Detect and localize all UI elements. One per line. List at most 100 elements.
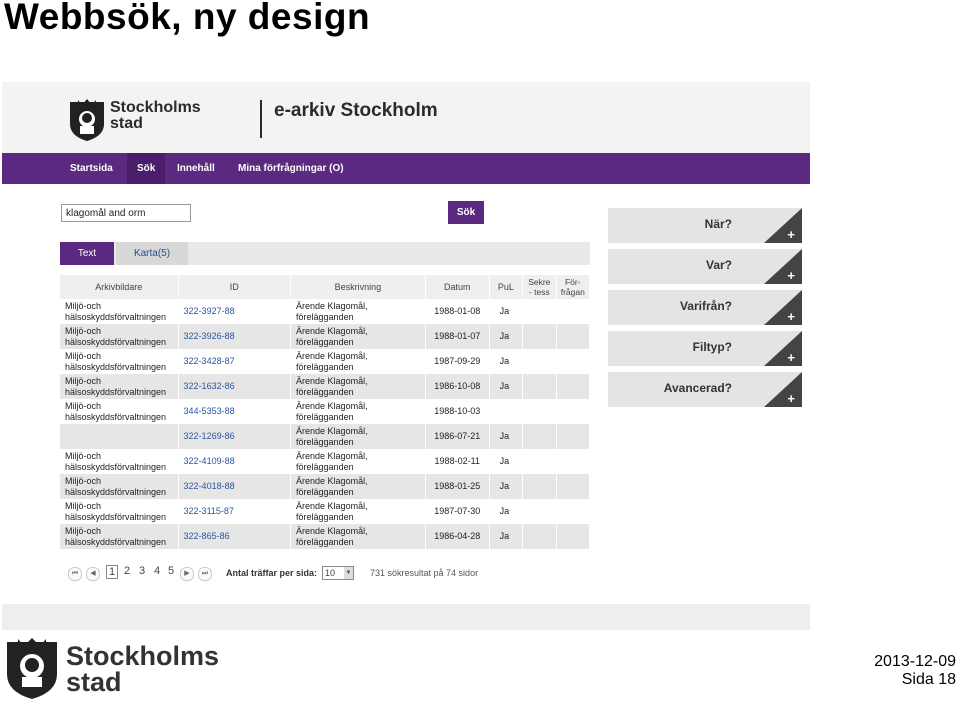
facet-corner xyxy=(764,290,802,325)
chevron-down-icon: ▼ xyxy=(344,567,353,579)
table-row[interactable]: Miljö-och hälsoskyddsförvaltningen 322-86… xyxy=(60,524,591,549)
table-row[interactable]: Miljö-och hälsoskyddsförvaltningen 322-39… xyxy=(60,299,591,324)
tab-text[interactable]: Text xyxy=(60,242,114,265)
cell-datum: 1986-04-28 xyxy=(425,524,490,549)
cell-datum: 1987-07-30 xyxy=(425,499,490,524)
facet-filtyp[interactable]: Filtyp? + xyxy=(608,331,802,366)
cell-pul: Ja xyxy=(489,299,524,324)
col-pul[interactable]: PuL xyxy=(489,275,524,299)
facet-label: Avancerad? xyxy=(663,381,732,395)
record-id-link[interactable]: 322-4018-88 xyxy=(184,481,235,491)
header-divider xyxy=(260,100,262,138)
table-row[interactable]: Miljö-och hälsoskyddsförvaltningen 322-31… xyxy=(60,499,591,524)
footer-logo-text: Stockholms stad xyxy=(66,641,220,697)
next-page-icon[interactable]: ▶ xyxy=(180,567,194,581)
table-row[interactable]: 322-1269-86 Ärende Klagomål, föreläggande… xyxy=(60,424,591,449)
col-datum[interactable]: Datum xyxy=(425,275,490,299)
facet-varifran[interactable]: Varifrån? + xyxy=(608,290,802,325)
table-row[interactable]: Miljö-och hälsoskyddsförvaltningen 322-16… xyxy=(60,374,591,399)
record-id-link[interactable]: 322-3926-88 xyxy=(184,331,235,341)
table-header-row: Arkivbildare ID Beskrivning Datum PuL Se… xyxy=(60,275,591,299)
record-id-link[interactable]: 322-4109-88 xyxy=(184,456,235,466)
cell-id: 322-1632-86 xyxy=(178,374,292,399)
cell-datum: 1988-02-11 xyxy=(425,449,490,474)
facet-avancerad[interactable]: Avancerad? + xyxy=(608,372,802,407)
record-id-link[interactable]: 322-3428-87 xyxy=(184,356,235,366)
col-beskrivning[interactable]: Beskrivning xyxy=(290,275,426,299)
cell-datum: 1988-01-25 xyxy=(425,474,490,499)
record-id-link[interactable]: 322-1632-86 xyxy=(184,381,235,391)
cell-id: 322-3926-88 xyxy=(178,324,292,349)
cell-beskrivning: Ärende Klagomål, förelägganden xyxy=(290,449,426,474)
facet-nar[interactable]: När? + xyxy=(608,208,802,243)
prev-page-icon[interactable]: ◀ xyxy=(86,567,100,581)
cell-forfragan xyxy=(556,349,591,374)
tab-karta[interactable]: Karta(5) xyxy=(116,242,188,265)
page-link-5[interactable]: 5 xyxy=(168,565,174,577)
record-id-link[interactable]: 322-1269-86 xyxy=(184,431,235,441)
search-button[interactable]: Sök xyxy=(448,201,484,224)
cell-arkivbildare: Miljö-och hälsoskyddsförvaltningen xyxy=(60,349,179,374)
cell-id: 322-4018-88 xyxy=(178,474,292,499)
cell-beskrivning: Ärende Klagomål, förelägganden xyxy=(290,474,426,499)
col-arkivbildare[interactable]: Arkivbildare xyxy=(60,275,179,299)
table-row[interactable]: Miljö-och hälsoskyddsförvaltningen 322-39… xyxy=(60,324,591,349)
cell-id: 322-3428-87 xyxy=(178,349,292,374)
cell-datum: 1988-01-08 xyxy=(425,299,490,324)
record-id-link[interactable]: 322-3927-88 xyxy=(184,306,235,316)
cell-arkivbildare: Miljö-och hälsoskyddsförvaltningen xyxy=(60,449,179,474)
table-row[interactable]: Miljö-och hälsoskyddsförvaltningen 322-34… xyxy=(60,349,591,374)
cell-id: 322-4109-88 xyxy=(178,449,292,474)
nav-startsida[interactable]: Startsida xyxy=(60,153,123,184)
plus-icon: + xyxy=(787,350,795,365)
cell-pul: Ja xyxy=(489,499,524,524)
facet-label: Filtyp? xyxy=(692,340,732,354)
cell-beskrivning: Ärende Klagomål, förelägganden xyxy=(290,374,426,399)
record-id-link[interactable]: 344-5353-88 xyxy=(184,406,235,416)
cell-beskrivning: Ärende Klagomål, förelägganden xyxy=(290,424,426,449)
table-row[interactable]: Miljö-och hälsoskyddsförvaltningen 344-53… xyxy=(60,399,591,424)
nav-mina-forfragningar[interactable]: Mina förfrågningar (O) xyxy=(228,153,354,184)
cell-forfragan xyxy=(556,299,591,324)
cell-id: 322-865-86 xyxy=(178,524,292,549)
col-forfragan[interactable]: För- frågan xyxy=(556,275,591,299)
per-page-value: 10 xyxy=(325,568,336,578)
table-row[interactable]: Miljö-och hälsoskyddsförvaltningen 322-40… xyxy=(60,474,591,499)
record-id-link[interactable]: 322-865-86 xyxy=(184,531,230,541)
cell-arkivbildare: Miljö-och hälsoskyddsförvaltningen xyxy=(60,399,179,424)
page-link-2[interactable]: 2 xyxy=(124,565,130,577)
table-row[interactable]: Miljö-och hälsoskyddsförvaltningen 322-41… xyxy=(60,449,591,474)
facet-var[interactable]: Var? + xyxy=(608,249,802,284)
nav-sok[interactable]: Sök xyxy=(127,153,166,184)
web-screenshot: Stockholms stad e-arkiv Stockholm Starts… xyxy=(2,82,810,630)
pagination: ⏮ ◀ 1 2 3 4 5 ▶ ⏭ Antal träffar per sida… xyxy=(68,565,528,583)
nav-innehall[interactable]: Innehåll xyxy=(167,153,225,184)
cell-id: 344-5353-88 xyxy=(178,399,292,424)
site-name[interactable]: e-arkiv Stockholm xyxy=(274,100,438,122)
cell-pul: Ja xyxy=(489,424,524,449)
cell-beskrivning: Ärende Klagomål, förelägganden xyxy=(290,524,426,549)
facet-label: Varifrån? xyxy=(679,299,732,313)
cell-forfragan xyxy=(556,524,591,549)
cell-pul: Ja xyxy=(489,449,524,474)
cell-datum: 1986-10-08 xyxy=(425,374,490,399)
col-sekretess[interactable]: Sekre - tess xyxy=(522,275,557,299)
facet-label: När? xyxy=(704,217,732,231)
cell-forfragan xyxy=(556,449,591,474)
cell-beskrivning: Ärende Klagomål, förelägganden xyxy=(290,349,426,374)
site-header: Stockholms stad e-arkiv Stockholm xyxy=(2,82,810,153)
page-link-4[interactable]: 4 xyxy=(154,565,160,577)
page-link-1[interactable]: 1 xyxy=(106,565,119,579)
plus-icon: + xyxy=(787,227,795,242)
record-id-link[interactable]: 322-3115-87 xyxy=(184,506,234,516)
stockholm-crest-icon xyxy=(7,638,57,699)
cell-datum: 1988-01-07 xyxy=(425,324,490,349)
page-link-3[interactable]: 3 xyxy=(139,565,145,577)
cell-sekretess xyxy=(522,299,557,324)
cell-beskrivning: Ärende Klagomål, förelägganden xyxy=(290,399,426,424)
search-input[interactable] xyxy=(61,204,191,222)
per-page-select[interactable]: 10 ▼ xyxy=(322,566,354,580)
last-page-icon[interactable]: ⏭ xyxy=(198,567,212,581)
first-page-icon[interactable]: ⏮ xyxy=(68,567,82,581)
col-id[interactable]: ID xyxy=(178,275,292,299)
